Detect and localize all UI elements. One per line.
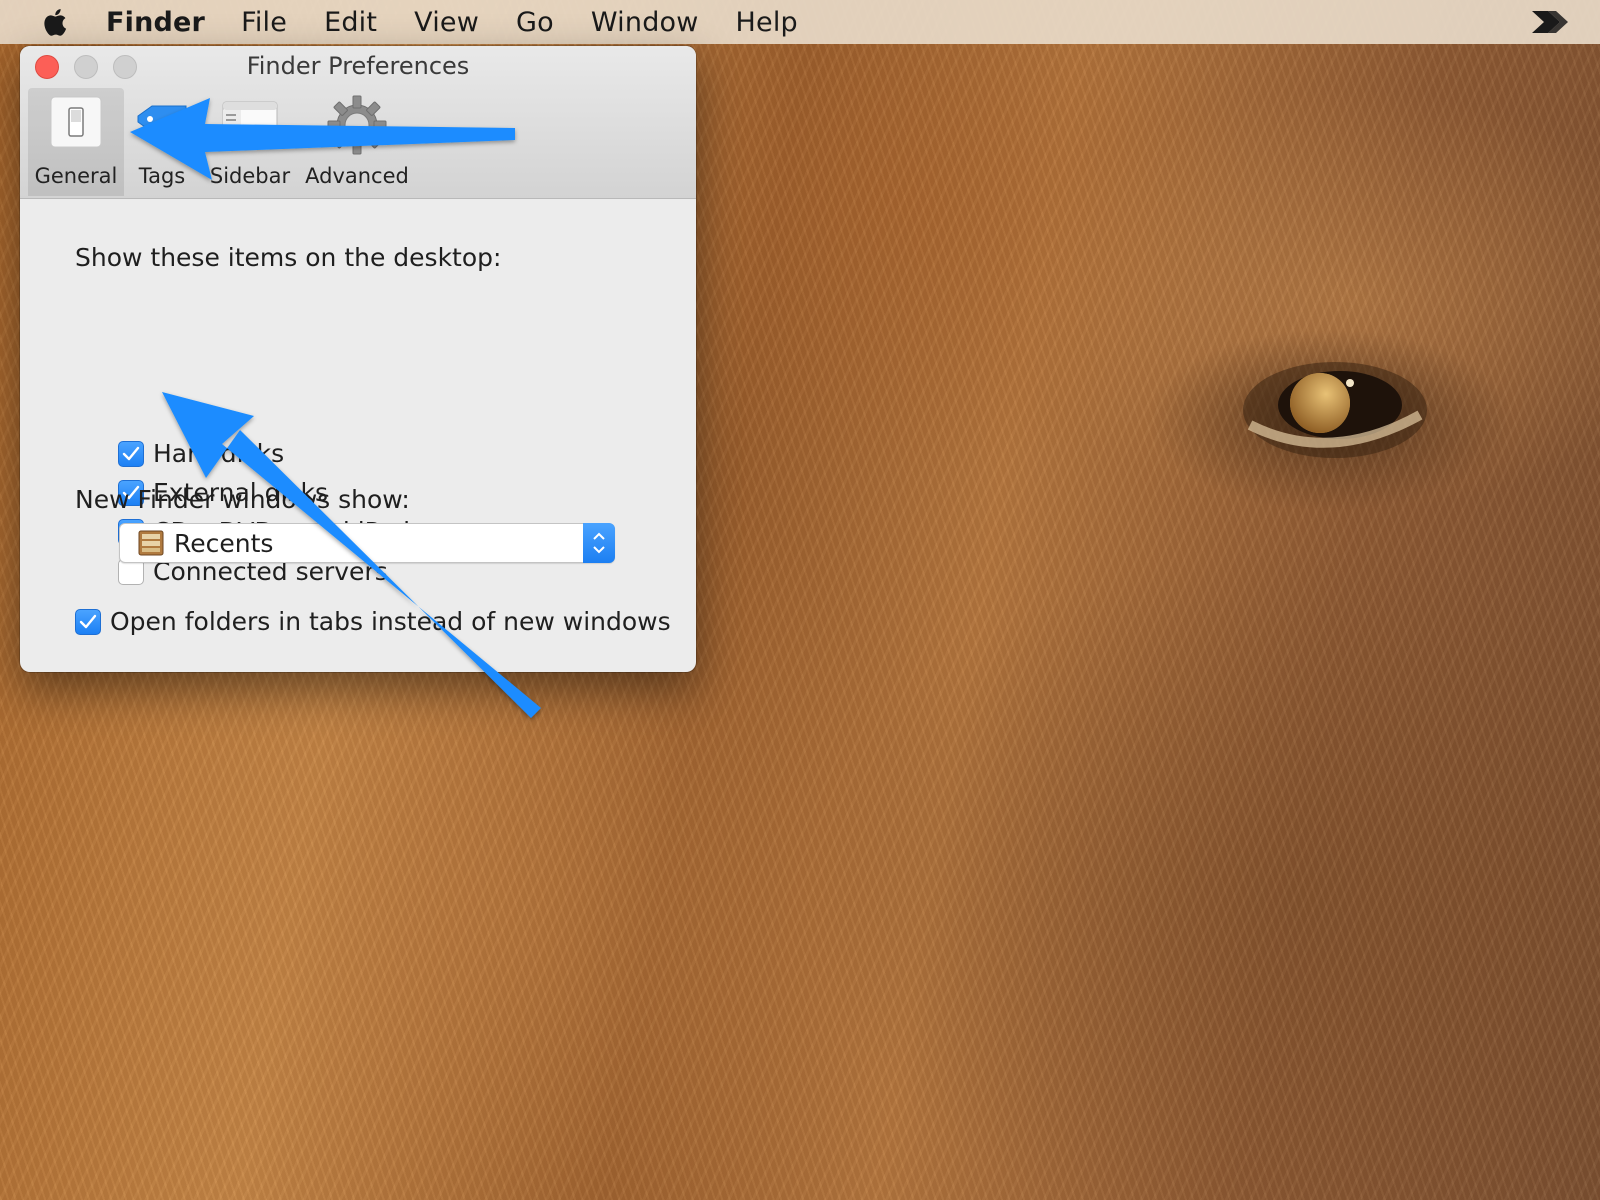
menu-go[interactable]: Go — [516, 7, 554, 38]
tag-icon — [137, 105, 187, 133]
hard-disks-label: Hard disks — [153, 439, 285, 468]
open-in-tabs-label: Open folders in tabs instead of new wind… — [110, 607, 671, 636]
hard-disks-checkbox[interactable]: Hard disks — [118, 439, 284, 468]
menu-edit[interactable]: Edit — [324, 7, 377, 38]
apple-icon[interactable] — [38, 4, 74, 40]
finder-preferences-window: Finder Preferences General Tags Sidebar … — [20, 46, 696, 672]
menu-window[interactable]: Window — [591, 7, 699, 38]
menu-finder[interactable]: Finder — [106, 7, 205, 38]
gear-icon — [327, 95, 387, 155]
tab-sidebar[interactable]: Sidebar — [206, 88, 294, 196]
select-stepper-icon[interactable] — [583, 523, 615, 563]
tab-general-label: General — [34, 164, 118, 188]
lion-eye-detail — [1243, 362, 1427, 458]
desktop-items-label: Show these items on the desktop: — [75, 243, 502, 272]
recents-drawer-icon — [138, 530, 164, 556]
tab-advanced-label: Advanced — [305, 164, 409, 188]
arrow-extension-icon[interactable] — [1530, 6, 1574, 38]
new-window-label: New Finder windows show: — [75, 485, 410, 514]
menu-bar: Finder File Edit View Go Window Help — [0, 0, 1600, 44]
tab-tags-label: Tags — [138, 164, 186, 188]
tab-tags[interactable]: Tags — [128, 88, 196, 196]
window-title: Finder Preferences — [246, 52, 470, 80]
sidebar-window-icon — [222, 101, 278, 145]
menu-help[interactable]: Help — [736, 7, 798, 38]
checkmark-icon — [118, 440, 144, 467]
window-titlebar-toolbar: Finder Preferences General Tags Sidebar … — [20, 46, 696, 199]
checkmark-icon — [75, 608, 101, 635]
new-window-select[interactable]: Recents — [119, 523, 615, 563]
new-window-value: Recents — [174, 528, 274, 558]
menu-file[interactable]: File — [241, 7, 287, 38]
tab-sidebar-label: Sidebar — [209, 164, 291, 188]
menu-view[interactable]: View — [414, 7, 479, 38]
tab-advanced[interactable]: Advanced — [302, 88, 412, 196]
light-switch-icon — [50, 96, 102, 148]
open-in-tabs-checkbox[interactable]: Open folders in tabs instead of new wind… — [75, 607, 671, 636]
tab-general[interactable]: General — [28, 88, 124, 196]
